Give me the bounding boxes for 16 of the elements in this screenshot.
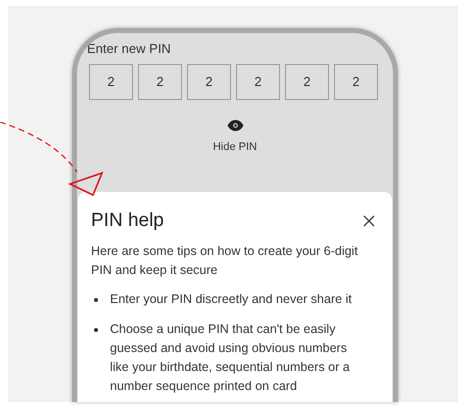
bullet-icon	[94, 328, 98, 332]
pin-digit-field[interactable]: 2	[89, 64, 133, 100]
eye-icon[interactable]	[226, 120, 244, 131]
pin-digit-field[interactable]: 2	[236, 64, 280, 100]
hide-pin-button[interactable]: Hide PIN	[212, 139, 258, 156]
pin-label: Enter new PIN	[87, 41, 172, 57]
bullet-icon	[94, 298, 98, 302]
pin-digit-field[interactable]: 2	[285, 64, 329, 100]
close-icon[interactable]	[363, 214, 375, 226]
sheet-title: PIN help	[91, 208, 164, 232]
intro-text: Here are some tips on how to create your 6-digit PIN and keep it secure	[91, 242, 359, 279]
tip-text: Enter your PIN discreetly and never share it	[110, 290, 353, 308]
tip-text: Choose a unique PIN that can't be easily guessed and avoid using obvious numbers like your birthdate, sequential numbers or a number sequence printed on card	[110, 320, 351, 395]
pin-digit-field[interactable]: 2	[138, 64, 182, 100]
pin-digit-field[interactable]: 2	[187, 64, 231, 100]
pin-digit-field[interactable]: 2	[334, 64, 378, 100]
